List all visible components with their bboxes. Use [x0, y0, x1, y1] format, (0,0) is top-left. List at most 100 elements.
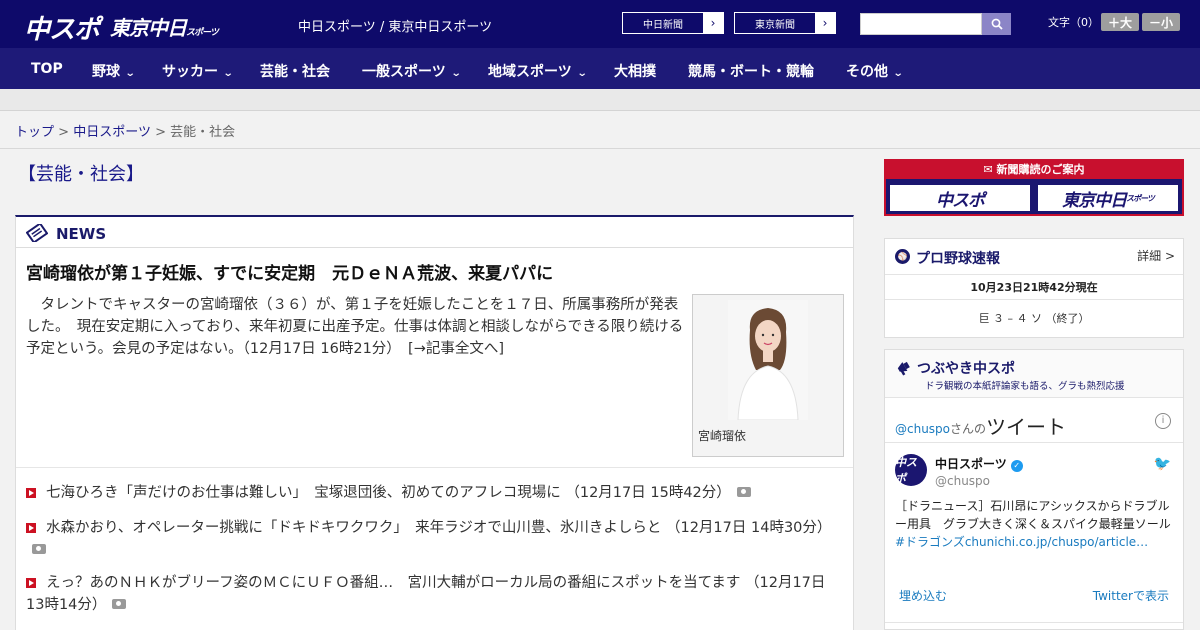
baseball-game-result[interactable]: 巨 ３ – ４ ソ （終了） [885, 310, 1183, 326]
nav-item-baseball[interactable]: 野球 ⌄ [92, 61, 136, 81]
nav-item-racing[interactable]: 競馬・ボート・競輪 [688, 61, 814, 81]
tweet-account-name[interactable]: 中日スポーツ ✓ [935, 455, 1023, 472]
chevron-down-icon: ⌄ [450, 68, 462, 79]
baseball-score-widget: ⚾ プロ野球速報 詳細 > 10月23日21時42分現在 巨 ３ – ４ ソ （… [884, 238, 1184, 338]
nav-label: サッカー [162, 64, 218, 80]
top-story-headline[interactable]: 宮崎瑠依が第１子妊娠、すでに安定期 元ＤｅＮＡ荒波、来夏パパに [26, 259, 553, 284]
sub-bar [0, 89, 1200, 111]
list-item-text: 七海ひろき「声だけのお仕事は難しい」 宝塚退団後、初めてのアフレコ現場に （12… [46, 485, 731, 501]
bullet-icon [26, 523, 36, 533]
news-label: NEWS [56, 225, 107, 243]
nav-item-general-sports[interactable]: 一般スポーツ ⌄ [362, 61, 462, 81]
nav-item-regional-sports[interactable]: 地域スポーツ ⌄ [488, 61, 588, 81]
tweet-hashtag-link[interactable]: #ドラゴンズ [895, 535, 965, 549]
twitter-widget-subtitle: ドラ観戦の本紙評論家も語る、グラも熱烈応援 [925, 381, 1125, 392]
subscribe-chuspo-button[interactable]: 中スポ [888, 183, 1032, 213]
top-story-photo[interactable]: 宮崎瑠依 [692, 294, 844, 457]
list-item[interactable]: 水森かおり、オペレーター挑戦に「ドキドキワクワク」 来年ラジオで山川豊、氷川きよ… [26, 517, 846, 561]
breadcrumb-separator: > [155, 125, 166, 140]
subscribe-tokyo-text: 東京中日 [1062, 190, 1127, 211]
tokyo-shimbun-link[interactable]: 東京新聞 › [734, 12, 836, 34]
camera-icon [112, 599, 127, 609]
nav-label: 大相撲 [614, 64, 656, 80]
twitter-widget: つぶやき中スポ ドラ観戦の本紙評論家も語る、グラも熱烈応援 @chuspoさんの… [884, 349, 1184, 630]
tokyo-chunichi-logo[interactable]: 東京中日スポーツ [110, 12, 219, 41]
chevron-right-icon: › [815, 13, 835, 33]
font-size-down-button[interactable]: －小 [1142, 13, 1180, 31]
nav-label: 一般スポーツ [362, 64, 446, 80]
breadcrumb-current: 芸能・社会 [170, 125, 236, 140]
divider [885, 442, 1183, 443]
nav-item-entertainment[interactable]: 芸能・社会 [260, 61, 330, 81]
nav-item-sumo[interactable]: 大相撲 [614, 61, 656, 81]
camera-icon [32, 544, 46, 554]
nav-label: 芸能・社会 [260, 64, 330, 80]
chuspo-logo[interactable]: 中スポ [24, 9, 100, 46]
twitter-embed-link[interactable]: 埋め込む [899, 587, 947, 604]
divider [16, 467, 853, 468]
news-panel: NEWS 宮崎瑠依が第１子妊娠、すでに安定期 元ＤｅＮＡ荒波、来夏パパに タレン… [15, 215, 854, 630]
subscription-title-text: 新聞購読のご案内 [996, 163, 1085, 176]
chevron-right-icon: › [703, 13, 723, 33]
site-title: 中日スポーツ / 東京中日スポーツ [298, 20, 493, 35]
baseball-score-time: 10月23日21時42分現在 [970, 281, 1098, 294]
baseball-score-title: プロ野球速報 [916, 251, 1000, 267]
nav-label: 野球 [92, 64, 120, 80]
breadcrumb: トップ > 中日スポーツ > 芸能・社会 [15, 121, 235, 140]
breadcrumb-separator: > [58, 125, 70, 140]
avatar[interactable]: 中スポ [895, 454, 927, 486]
twitter-handle-link[interactable]: @chuspo [895, 422, 950, 436]
chunichi-shimbun-link[interactable]: 中日新聞 › [622, 12, 724, 34]
tokyo-logo-text: 東京中日 [110, 16, 187, 40]
baseball-score-header: ⚾ プロ野球速報 詳細 > [885, 239, 1183, 275]
search-input[interactable] [860, 13, 982, 35]
verified-badge-icon: ✓ [1010, 460, 1023, 472]
twitter-bird-icon[interactable]: 🐦 [1154, 456, 1171, 472]
chevron-down-icon: ⌄ [124, 68, 136, 79]
site-header: 中スポ 東京中日スポーツ 中日スポーツ / 東京中日スポーツ 中日新聞 › 東京… [0, 0, 1200, 48]
baseball-detail-link[interactable]: 詳細 > [1137, 247, 1175, 264]
portrait-image [728, 300, 808, 420]
megaphone-icon [897, 361, 910, 376]
view-on-twitter-link[interactable]: Twitterで表示 [1093, 587, 1169, 604]
tweet-text: ［ドラニュース］石川昂にアシックスからドラブルー用具 グラブ大きく深く＆スパイク… [895, 497, 1175, 551]
info-icon[interactable]: i [1155, 413, 1171, 429]
subscription-title: ✉ 新聞購読のご案内 [886, 161, 1182, 179]
tweet-account-id[interactable]: @chuspo [935, 474, 990, 488]
news-header: NEWS [16, 217, 853, 248]
tweet-url-link[interactable]: chunichi.co.jp/chuspo/article… [965, 535, 1148, 549]
subscription-banner[interactable]: ✉ 新聞購読のご案内 中スポ 東京中日 スポーツ [884, 159, 1184, 216]
nav-item-other[interactable]: その他 ⌄ [846, 61, 904, 81]
chevron-down-icon: ⌄ [892, 68, 904, 79]
camera-icon [736, 487, 751, 497]
divider [885, 299, 1183, 300]
search-button[interactable] [982, 13, 1011, 35]
nav-label: 地域スポーツ [488, 64, 572, 80]
list-item-text: えっ？あのＮＨＫがブリーフ姿のＭＣにＵＦＯ番組… 宮川大輔がローカル局の番組にス… [26, 575, 826, 613]
font-size-up-button[interactable]: ＋大 [1101, 13, 1139, 31]
subscribe-tokyo-small: スポーツ [1126, 193, 1155, 203]
bullet-icon [26, 578, 36, 588]
chevron-down-icon: ⌄ [222, 68, 234, 79]
font-size-label: 文字（0） [1048, 16, 1099, 29]
breadcrumb-top[interactable]: トップ [15, 125, 54, 140]
nav-item-soccer[interactable]: サッカー ⌄ [162, 61, 234, 81]
twitter-widget-header: つぶやき中スポ ドラ観戦の本紙評論家も語る、グラも熱烈応援 [885, 350, 1183, 398]
chevron-down-icon: ⌄ [576, 68, 588, 79]
nav-label: 競馬・ボート・競輪 [688, 64, 814, 80]
section-title: 【芸能・社会】 [18, 164, 144, 185]
portrait-photo [728, 300, 808, 420]
main-nav: TOP 野球 ⌄ サッカー ⌄ 芸能・社会 一般スポーツ ⌄ 地域スポーツ ⌄ 大相撲 … [0, 48, 1200, 89]
subscribe-tokyo-button[interactable]: 東京中日 スポーツ [1036, 183, 1180, 213]
tweet-account-name-text: 中日スポーツ [935, 457, 1007, 471]
twitter-widget-title: つぶやき中スポ [917, 361, 1015, 377]
list-item[interactable]: 七海ひろき「声だけのお仕事は難しい」 宝塚退団後、初めてのアフレコ現場に （12… [26, 482, 846, 504]
nav-label: その他 [846, 64, 888, 80]
nav-item-top[interactable]: TOP [31, 61, 63, 77]
top-story-lead[interactable]: タレントでキャスターの宮崎瑠依（３６）が、第１子を妊娠したことを１７日、所属事務… [26, 294, 686, 360]
tweet-body: ［ドラニュース］石川昂にアシックスからドラブルー用具 グラブ大きく深く＆スパイク… [895, 499, 1171, 531]
breadcrumb-chunichi-sports[interactable]: 中日スポーツ [73, 125, 151, 140]
twitter-handle-suffix: さんの [950, 422, 987, 436]
baseball-icon: ⚾ [895, 249, 910, 264]
list-item[interactable]: えっ？あのＮＨＫがブリーフ姿のＭＣにＵＦＯ番組… 宮川大輔がローカル局の番組にス… [26, 572, 846, 616]
